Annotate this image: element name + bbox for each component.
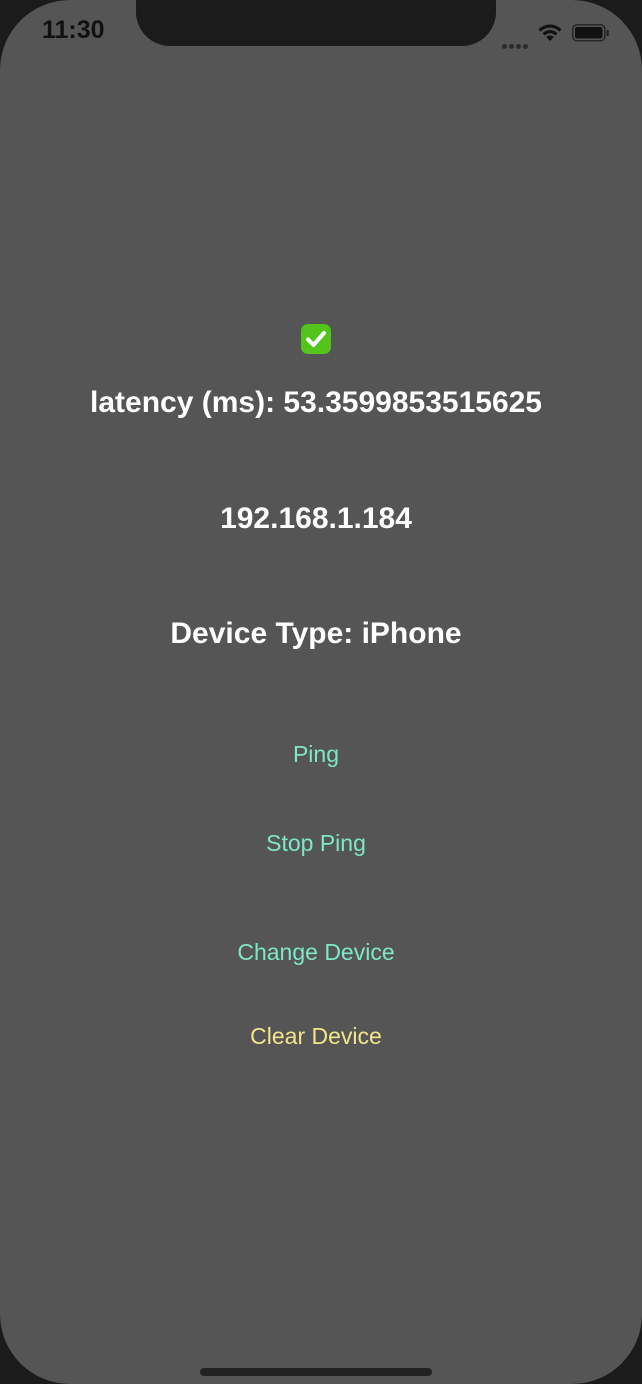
change-device-button[interactable]: Change Device bbox=[0, 939, 632, 966]
home-indicator[interactable] bbox=[200, 1368, 432, 1376]
ip-address-label: 192.168.1.184 bbox=[220, 502, 412, 535]
ping-button[interactable]: Ping bbox=[0, 741, 632, 768]
device-type-label: Device Type: iPhone bbox=[170, 617, 462, 650]
latency-label: latency (ms): 53.3599853515625 bbox=[90, 386, 542, 419]
stop-ping-button[interactable]: Stop Ping bbox=[0, 830, 632, 857]
status-indicator bbox=[0, 324, 632, 360]
clear-device-button[interactable]: Clear Device bbox=[0, 1023, 632, 1050]
main-content: latency (ms): 53.3599853515625 192.168.1… bbox=[0, 0, 642, 1384]
phone-screen: 11:30 latency (ms): 53.3599853515625 192… bbox=[0, 0, 642, 1384]
check-mark-icon bbox=[301, 324, 331, 354]
